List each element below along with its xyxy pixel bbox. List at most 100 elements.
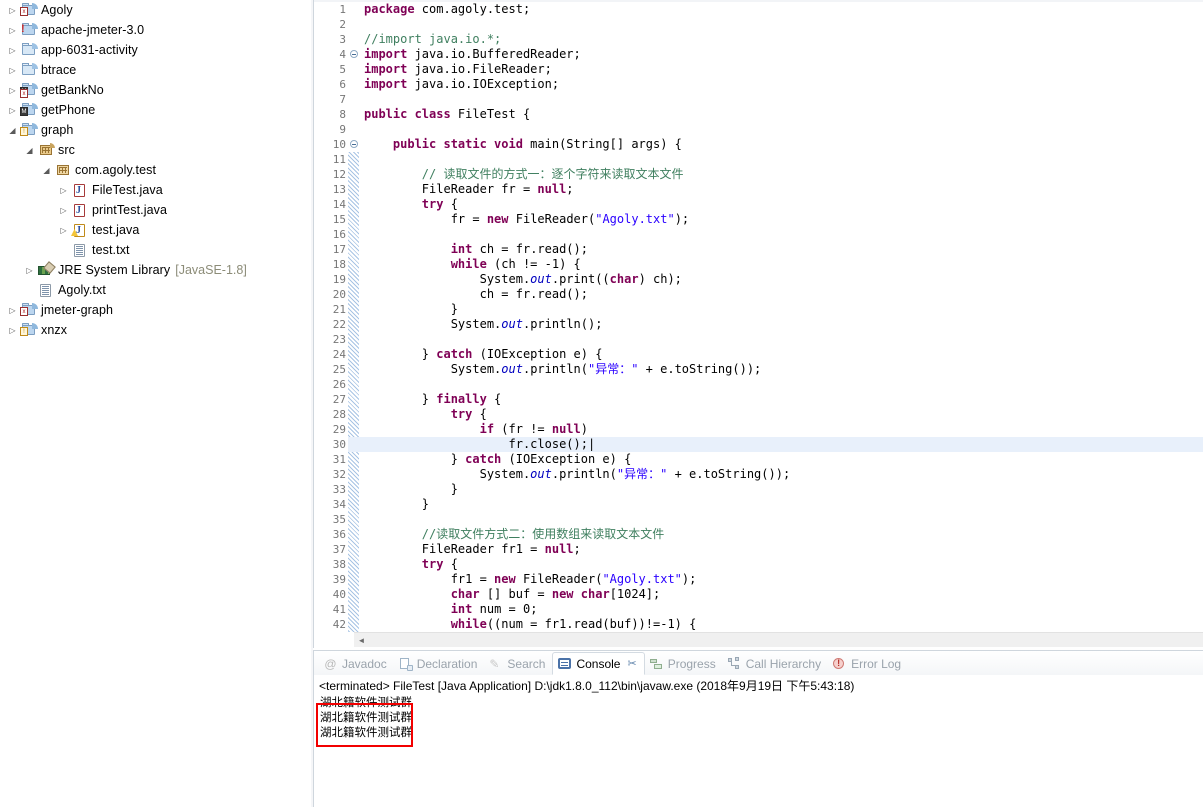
tab-javadoc[interactable]: @ Javadoc xyxy=(319,653,394,675)
fold-marker[interactable] xyxy=(348,542,360,557)
fold-marker[interactable] xyxy=(348,137,360,152)
tree-item-getphone[interactable]: ▷ MgetPhone xyxy=(0,100,312,120)
code-line[interactable]: 24 } catch (IOException e) { xyxy=(314,347,1203,362)
code-line[interactable]: 11 xyxy=(314,152,1203,167)
tree-item-getbankno[interactable]: ▷MxgetBankNo xyxy=(0,80,312,100)
fold-marker[interactable] xyxy=(348,47,360,62)
fold-marker[interactable] xyxy=(348,617,360,632)
fold-marker[interactable] xyxy=(348,62,360,77)
fold-marker[interactable] xyxy=(348,92,360,107)
code-line[interactable]: 9 xyxy=(314,122,1203,137)
fold-marker[interactable] xyxy=(348,497,360,512)
fold-marker[interactable] xyxy=(348,107,360,122)
code-line[interactable]: 14 try { xyxy=(314,197,1203,212)
fold-marker[interactable] xyxy=(348,302,360,317)
tree-item-agoly-txt[interactable]: Agoly.txt xyxy=(0,280,312,300)
code-source[interactable]: import java.io.IOException; xyxy=(360,77,559,92)
code-line[interactable]: 31 } catch (IOException e) { xyxy=(314,452,1203,467)
code-line[interactable]: 6 import java.io.IOException; xyxy=(314,77,1203,92)
code-source[interactable] xyxy=(360,152,371,167)
tab-console[interactable]: Console ✂ xyxy=(552,652,645,675)
fold-collapse-icon[interactable] xyxy=(350,49,358,58)
expand-arrow-icon[interactable]: ◢ xyxy=(22,146,37,155)
code-line[interactable]: 27 } finally { xyxy=(314,392,1203,407)
console-output[interactable]: 湖北籍软件测试群 湖北籍软件测试群 湖北籍软件测试群 xyxy=(314,695,1203,740)
code-source[interactable]: fr = new FileReader("Agoly.txt"); xyxy=(360,212,689,227)
code-source[interactable]: } xyxy=(360,497,429,512)
tab-progress[interactable]: Progress xyxy=(645,653,723,675)
code-source[interactable]: while (ch != -1) { xyxy=(360,257,581,272)
collapse-arrow-icon[interactable]: ▷ xyxy=(5,86,20,95)
code-source[interactable]: try { xyxy=(360,407,487,422)
fold-marker[interactable] xyxy=(348,332,360,347)
collapse-arrow-icon[interactable]: ▷ xyxy=(56,206,71,215)
code-line[interactable]: 3 //import java.io.*; xyxy=(314,32,1203,47)
code-line[interactable]: 1 package com.agoly.test; xyxy=(314,2,1203,17)
code-source[interactable]: System.out.println("异常：" + e.toString())… xyxy=(360,362,762,377)
code-source[interactable]: System.out.println(); xyxy=(360,317,603,332)
fold-marker[interactable] xyxy=(348,452,360,467)
fold-marker[interactable] xyxy=(348,152,360,167)
code-source[interactable]: while((num = fr1.read(buf))!=-1) { xyxy=(360,617,697,632)
code-source[interactable]: public class FileTest { xyxy=(360,107,530,122)
code-line[interactable]: 35 xyxy=(314,512,1203,527)
code-line[interactable]: 25 System.out.println("异常：" + e.toString… xyxy=(314,362,1203,377)
fold-marker[interactable] xyxy=(348,422,360,437)
fold-marker[interactable] xyxy=(348,527,360,542)
collapse-arrow-icon[interactable]: ▷ xyxy=(5,46,20,55)
code-line[interactable]: 8 public class FileTest { xyxy=(314,107,1203,122)
code-line[interactable]: 32 System.out.println("异常：" + e.toString… xyxy=(314,467,1203,482)
tab-error-log[interactable]: ! Error Log xyxy=(828,653,908,675)
collapse-arrow-icon[interactable]: ▷ xyxy=(5,306,20,315)
fold-marker[interactable] xyxy=(348,602,360,617)
code-source[interactable] xyxy=(360,332,371,347)
fold-marker[interactable] xyxy=(348,317,360,332)
tree-item-apache-jmeter-3-0[interactable]: ▷! apache-jmeter-3.0 xyxy=(0,20,312,40)
code-source[interactable]: System.out.print((char) ch); xyxy=(360,272,682,287)
code-line[interactable]: 37 FileReader fr1 = null; xyxy=(314,542,1203,557)
code-source[interactable]: import java.io.FileReader; xyxy=(360,62,552,77)
fold-marker[interactable] xyxy=(348,77,360,92)
tree-item-xnzx[interactable]: ▷! xnzx xyxy=(0,320,312,340)
code-source[interactable] xyxy=(360,122,371,137)
code-source[interactable]: if (fr != null) xyxy=(360,422,588,437)
code-source[interactable] xyxy=(360,17,371,32)
expand-arrow-icon[interactable]: ◢ xyxy=(39,166,54,175)
bottom-view-stack[interactable]: @ Javadoc Declaration ✎ Search Console ✂ Progre… xyxy=(313,650,1203,807)
code-line[interactable]: 20 ch = fr.read(); xyxy=(314,287,1203,302)
fold-marker[interactable] xyxy=(348,287,360,302)
collapse-arrow-icon[interactable]: ▷ xyxy=(5,326,20,335)
expand-arrow-icon[interactable]: ◢ xyxy=(5,126,20,135)
code-source[interactable]: FileReader fr = null; xyxy=(360,182,574,197)
fold-marker[interactable] xyxy=(348,347,360,362)
code-source[interactable]: fr.close();| xyxy=(360,437,595,452)
code-line[interactable]: 30 fr.close();| xyxy=(314,437,1203,452)
code-source[interactable]: fr1 = new FileReader("Agoly.txt"); xyxy=(360,572,697,587)
fold-marker[interactable] xyxy=(348,587,360,602)
collapse-arrow-icon[interactable]: ▷ xyxy=(56,226,71,235)
code-line[interactable]: 22 System.out.println(); xyxy=(314,317,1203,332)
code-line[interactable]: 7 xyxy=(314,92,1203,107)
fold-marker[interactable] xyxy=(348,227,360,242)
tree-item-test-java[interactable]: ▷ Jtest.java xyxy=(0,220,312,240)
code-line[interactable]: 10 public static void main(String[] args… xyxy=(314,137,1203,152)
code-line[interactable]: 26 xyxy=(314,377,1203,392)
code-source[interactable]: } xyxy=(360,482,458,497)
collapse-arrow-icon[interactable]: ▷ xyxy=(5,6,20,15)
code-source[interactable]: int num = 0; xyxy=(360,602,538,617)
code-source[interactable]: //import java.io.*; xyxy=(360,32,501,47)
code-lines[interactable]: 1 package com.agoly.test; 2 3 //import java… xyxy=(314,2,1203,632)
view-tab-bar[interactable]: @ Javadoc Declaration ✎ Search Console ✂ Progre… xyxy=(314,651,1203,675)
fold-marker[interactable] xyxy=(348,557,360,572)
code-source[interactable] xyxy=(360,92,371,107)
code-line[interactable]: 17 int ch = fr.read(); xyxy=(314,242,1203,257)
scroll-left-arrow[interactable]: ◄ xyxy=(356,635,367,646)
fold-marker[interactable] xyxy=(348,572,360,587)
code-line[interactable]: 36 //读取文件方式二：使用数组来读取文本文件 xyxy=(314,527,1203,542)
code-line[interactable]: 28 try { xyxy=(314,407,1203,422)
code-source[interactable]: // 读取文件的方式一：逐个字符来读取文本文件 xyxy=(360,167,684,182)
code-line[interactable]: 16 xyxy=(314,227,1203,242)
tree-item-btrace[interactable]: ▷ btrace xyxy=(0,60,312,80)
code-line[interactable]: 29 if (fr != null) xyxy=(314,422,1203,437)
code-line[interactable]: 13 FileReader fr = null; xyxy=(314,182,1203,197)
